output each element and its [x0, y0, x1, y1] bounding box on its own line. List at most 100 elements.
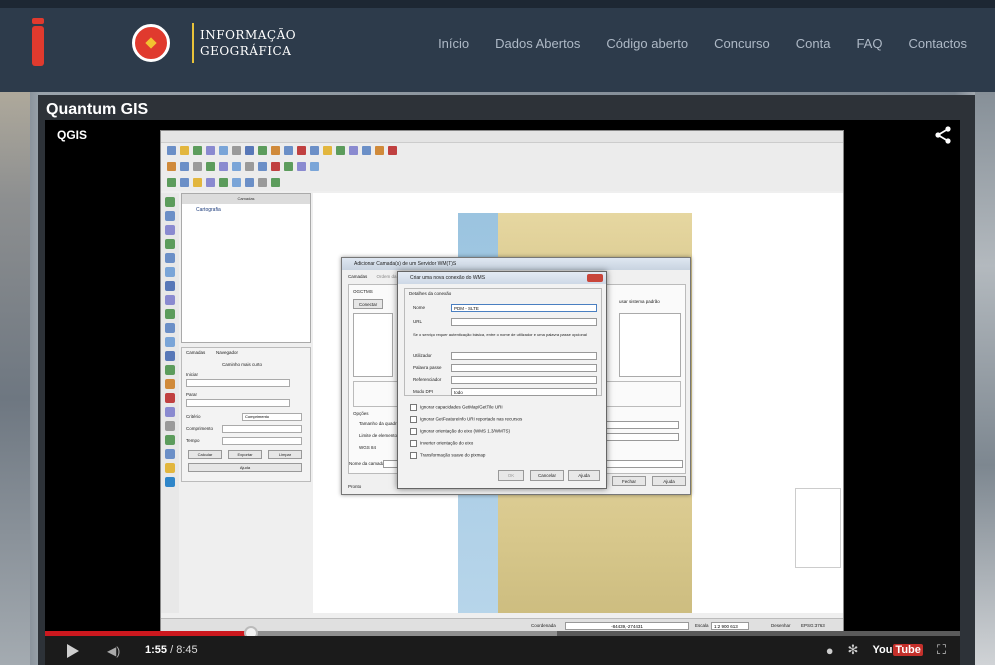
youtube-you: You [872, 644, 893, 656]
layers-panel-header: Camadas [182, 194, 310, 204]
tab-camadas[interactable]: Camadas [186, 350, 205, 355]
qgis-layer-toolbar [161, 193, 179, 613]
logo-mark [32, 18, 170, 68]
criteria-label: Critério [186, 414, 201, 419]
qgis-toolbar-2 [161, 159, 843, 175]
dialog-status: Pronto [348, 484, 362, 489]
connection-details-title: Detalhes da conexão [409, 291, 452, 296]
help-button[interactable]: Ajuda [188, 463, 302, 472]
referer-input[interactable] [451, 376, 597, 384]
background-right [975, 0, 995, 665]
clear-button[interactable]: Limpar [268, 450, 302, 459]
nav-conta[interactable]: Conta [796, 36, 831, 51]
fullscreen-icon[interactable]: ⛶ [937, 642, 946, 658]
user-label: Utilizador [413, 353, 432, 358]
watch-later-icon[interactable]: ● [826, 643, 834, 658]
time-label: Tempo [186, 438, 200, 443]
site-header: INFORMAÇÃO GEOGRÁFICA Início Dados Abert… [0, 0, 995, 92]
duration: 8:45 [176, 644, 198, 656]
dialog2-help-button[interactable]: Ajuda [568, 470, 600, 481]
share-icon[interactable] [934, 126, 952, 144]
video-title[interactable]: QGIS [57, 128, 87, 142]
youtube-logo[interactable]: You Tube [872, 644, 923, 656]
background-left [0, 0, 30, 665]
layer-list-right[interactable] [619, 313, 681, 377]
compass-icon [132, 24, 170, 62]
ogctms-label: OGCTMS [353, 289, 373, 294]
epsg-label[interactable]: EPSG:3763 [801, 623, 825, 628]
page-title: Quantum GIS [46, 101, 149, 118]
video-player[interactable]: QGIS Camadas Cartografia Camadas Navegad… [45, 120, 960, 665]
start-input[interactable] [186, 379, 290, 387]
player-controls: ◀) 1:55 / 8:45 ● ✻ You Tube ⛶ [45, 636, 960, 665]
smooth-pixmap-checkbox[interactable]: Transformação suave do pixmap [410, 452, 485, 459]
nav-codigo-aberto[interactable]: Código aberto [606, 36, 688, 51]
tab-layers[interactable]: Camadas [348, 274, 367, 279]
calc-button[interactable]: Calcular [188, 450, 222, 459]
scale-select[interactable]: 1:2 900 613 [711, 622, 749, 630]
user-input[interactable] [451, 352, 597, 360]
password-label: Palavra passe [413, 365, 442, 370]
layer-list[interactable] [353, 313, 393, 377]
ignore-getmap-checkbox[interactable]: Ignorar capacidades GetMap/GetTile URI [410, 404, 503, 411]
dialog1-help-button[interactable]: Ajuda [652, 476, 686, 486]
logo-sub-line2: GEOGRÁFICA [200, 44, 292, 58]
volume-icon[interactable]: ◀) [107, 644, 120, 658]
tab-layer-order[interactable]: Ordem da [377, 274, 397, 279]
map-legend [795, 488, 841, 568]
auth-note: Se o serviço requer autenticação básica,… [413, 332, 587, 337]
length-field [222, 425, 302, 433]
render-checkbox[interactable]: Desenhar [771, 623, 791, 628]
connection-details-group: Detalhes da conexão Nome PDM - SLTE URL … [404, 288, 602, 396]
coord-value: -84439,-274431 [565, 622, 689, 630]
coord-label: Coordenada [531, 623, 556, 628]
settings-gear-icon[interactable]: ✻ [848, 642, 859, 658]
layer-item-cartografia[interactable]: Cartografia [196, 207, 310, 213]
shortest-path-panel: Camadas Navegador Caminho mais curto Ini… [181, 347, 311, 482]
invert-axis-checkbox[interactable]: Inverter orientação do eixo [410, 440, 473, 447]
cancel-button[interactable]: Cancelar [530, 470, 564, 481]
tile-size-input[interactable] [599, 421, 679, 429]
length-label: Comprimento [186, 426, 214, 431]
url-label: URL [413, 319, 423, 324]
url-input[interactable] [451, 318, 597, 326]
nav-concurso[interactable]: Concurso [714, 36, 770, 51]
new-wms-connection-dialog: Criar uma nova conexão do WMS Detalhes d… [397, 271, 607, 489]
qgis-statusbar: Coordenada -84439,-274431 Escala 1:2 900… [161, 618, 843, 632]
nav-faq[interactable]: FAQ [856, 36, 882, 51]
logo-separator [192, 23, 194, 63]
header-top-strip [0, 0, 995, 8]
logo-i-dot [32, 18, 44, 24]
start-label: Iniciar [186, 372, 199, 377]
default-crs-button[interactable]: usar sistema padrão [619, 299, 660, 304]
play-icon[interactable] [67, 644, 79, 658]
dpi-mode-select[interactable]: todo [451, 388, 597, 396]
site-logo[interactable]: INFORMAÇÃO GEOGRÁFICA [32, 18, 296, 68]
new-wms-dialog-title: Criar uma nova conexão do WMS [398, 272, 606, 284]
time-field [222, 437, 302, 445]
ok-button[interactable]: OK [498, 470, 524, 481]
nav-contactos[interactable]: Contactos [908, 36, 967, 51]
name-input[interactable]: PDM - SLTE [451, 304, 597, 312]
name-label: Nome [413, 305, 426, 310]
qgis-toolbar-1 [161, 143, 843, 159]
logo-subtitle: INFORMAÇÃO GEOGRÁFICA [200, 27, 296, 59]
feature-limit-input[interactable] [599, 433, 679, 441]
qgis-toolbar-3 [161, 175, 843, 191]
close-button[interactable]: Fechar [612, 476, 646, 486]
export-button[interactable]: Exportar [228, 450, 262, 459]
stop-input[interactable] [186, 399, 290, 407]
time-separator: / [167, 644, 177, 656]
youtube-tube: Tube [893, 644, 923, 656]
close-icon[interactable] [587, 274, 603, 282]
criteria-select[interactable]: Comprimento [242, 413, 302, 421]
tab-navegador[interactable]: Navegador [216, 350, 238, 355]
nav-dados-abertos[interactable]: Dados Abertos [495, 36, 580, 51]
ignore-axis-checkbox[interactable]: Ignorar orientação do eixo (WMS 1.3/WMTS… [410, 428, 510, 435]
nav-inicio[interactable]: Início [438, 36, 469, 51]
password-input[interactable] [451, 364, 597, 372]
connect-button[interactable]: Conectar [353, 299, 383, 309]
ignore-getfeatureinfo-checkbox[interactable]: Ignorar GetFeatureInfo URI reportado nas… [410, 416, 522, 423]
logo-sub-line1: INFORMAÇÃO [200, 28, 297, 42]
shortest-path-title: Caminho mais curto [222, 362, 263, 367]
